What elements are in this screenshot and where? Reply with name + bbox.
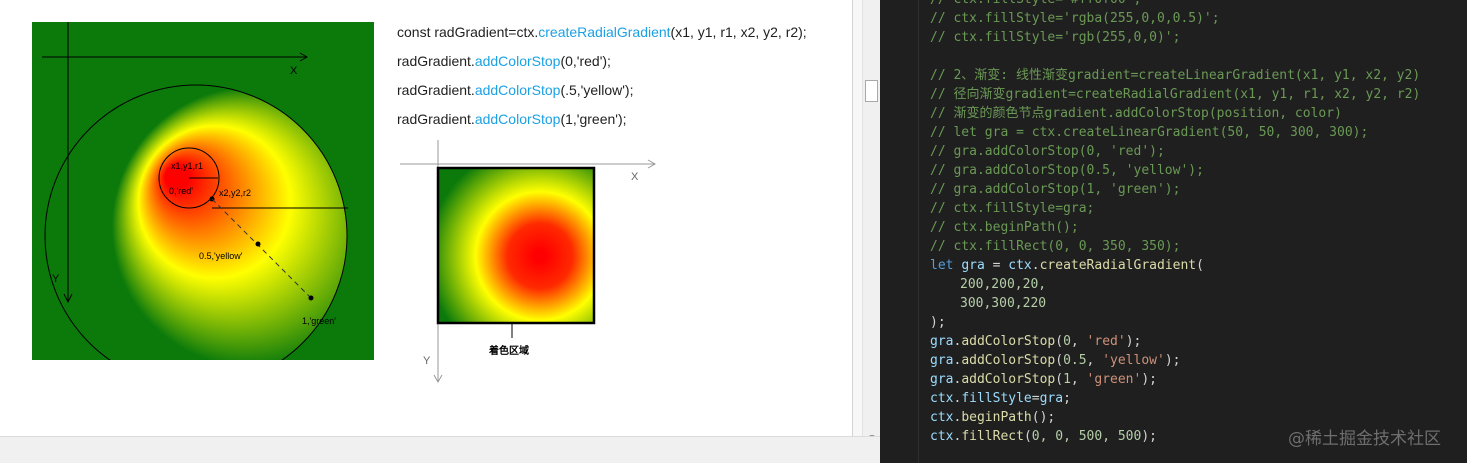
x-axis-label: X	[631, 171, 639, 183]
code-text-pre: radGradient.	[397, 53, 475, 69]
green-stop-dot	[308, 295, 314, 301]
code-function-name: addColorStop	[474, 111, 561, 127]
editor-code-line[interactable]: gra.addColorStop(1, 'green');	[930, 370, 1157, 389]
function-token: addColorStop	[961, 372, 1056, 387]
green-stop-label: 1,'green'	[302, 316, 336, 326]
code-text-post: (x1, y1, r1, x2, y2, r2);	[670, 24, 807, 40]
gradient-fill-area	[436, 166, 596, 325]
editor-gutter	[880, 0, 900, 463]
editor-comment-line[interactable]: // 渐变的颜色节点gradient.addColorStop(position…	[930, 104, 1342, 123]
radial-gradient-diagram: X Y x1,y1,r1 0,'red' x2,y2,r2 0.5,'yello…	[32, 22, 374, 360]
code-line-add-color-stop-green: radGradient.addColorStop(1,'green');	[397, 111, 627, 127]
editor-comment-line[interactable]: // ctx.fillRect(0, 0, 350, 350);	[930, 237, 1180, 256]
colored-area-svg: X Y 着色区域	[400, 140, 657, 384]
keyword-token: let	[930, 258, 954, 273]
editor-comment-line[interactable]: // ctx.fillStyle='rgba(255,0,0,0.5)';	[930, 9, 1220, 28]
editor-code-line[interactable]: 300,300,220	[960, 294, 1046, 313]
number-args-token: 300,300,220	[960, 296, 1047, 311]
function-token: createRadialGradient	[1039, 258, 1197, 273]
inner-circle-label: x1,y1,r1	[171, 161, 203, 171]
variable-token: gra	[961, 258, 985, 273]
variable-token: gra	[930, 353, 954, 368]
editor-comment-line[interactable]: // ctx.fillStyle=gra;	[930, 199, 1094, 218]
number-args-token: 0, 0, 500, 500	[1031, 429, 1142, 444]
number-args-token: 200,200,20,	[960, 277, 1047, 292]
variable-token: gra	[930, 372, 954, 387]
variable-token: gra	[930, 334, 954, 349]
string-token: 'red'	[1086, 334, 1126, 349]
punctuation-token: (	[1196, 258, 1204, 273]
bottom-status-bar	[0, 436, 880, 463]
editor-code-line[interactable]: let gra = ctx.createRadialGradient(	[930, 256, 1204, 275]
variable-token: ctx	[930, 429, 954, 444]
editor-comment-line[interactable]: // ctx.fillStyle='#ff0f00';	[930, 0, 1141, 9]
editor-comment-line[interactable]: // gra.addColorStop(1, 'green');	[930, 180, 1180, 199]
variable-token: ctx	[1008, 258, 1032, 273]
site-watermark: @稀土掘金技术社区	[1288, 429, 1441, 449]
string-token: 'green'	[1086, 372, 1142, 387]
code-text-pre: const radGradient=ctx.	[397, 24, 539, 40]
colored-area-diagram: X Y 着色区域	[400, 138, 670, 388]
yellow-stop-dot	[255, 241, 261, 247]
editor-comment-line[interactable]: // gra.addColorStop(0.5, 'yellow');	[930, 161, 1204, 180]
code-line-add-color-stop-yellow: radGradient.addColorStop(.5,'yellow');	[397, 82, 633, 98]
scrollbar-thumb[interactable]	[865, 80, 878, 102]
code-text-pre: radGradient.	[397, 82, 475, 98]
function-token: addColorStop	[961, 334, 1056, 349]
punctuation-token: );	[930, 315, 946, 330]
yellow-stop-label: 0.5,'yellow'	[199, 251, 243, 261]
editor-comment-line[interactable]: // ctx.fillStyle='rgb(255,0,0)';	[930, 28, 1180, 47]
editor-code-line[interactable]: ctx.beginPath();	[930, 408, 1055, 427]
editor-comment-line[interactable]: // 2、渐变: 线性渐变gradient=createLinearGradie…	[930, 66, 1420, 85]
function-token: fillRect	[961, 429, 1024, 444]
editor-comment-line[interactable]: // let gra = ctx.createLinearGradient(50…	[930, 123, 1368, 142]
editor-code-line[interactable]: );	[930, 313, 946, 332]
operator-token: =	[984, 258, 1009, 273]
code-editor[interactable]: // ctx.fillStyle='#ff0f00'; // ctx.fillS…	[880, 0, 1467, 463]
number-token: 1	[1063, 372, 1071, 387]
red-stop-label: 0,'red'	[169, 186, 193, 196]
editor-code-line[interactable]: gra.addColorStop(0.5, 'yellow');	[930, 351, 1180, 370]
code-function-name: addColorStop	[474, 53, 561, 69]
code-line-create-radial-gradient: const radGradient=ctx.createRadialGradie…	[397, 24, 807, 40]
function-token: beginPath	[961, 410, 1032, 425]
panel-divider	[852, 0, 862, 436]
indent-guide	[918, 0, 919, 463]
editor-code-line[interactable]: ctx.fillStyle=gra;	[930, 389, 1071, 408]
property-token: fillStyle	[961, 391, 1032, 406]
colored-area-label: 着色区域	[488, 344, 529, 357]
editor-comment-line[interactable]: // gra.addColorStop(0, 'red');	[930, 142, 1165, 161]
document-viewer: X Y x1,y1,r1 0,'red' x2,y2,r2 0.5,'yello…	[0, 0, 852, 436]
code-function-name: addColorStop	[474, 82, 561, 98]
y-axis-label: Y	[423, 355, 431, 367]
outer-center-label: x2,y2,r2	[219, 188, 251, 198]
editor-comment-line[interactable]: // ctx.beginPath();	[930, 218, 1079, 237]
variable-token: gra	[1039, 391, 1064, 406]
variable-token: ctx	[930, 391, 954, 406]
radial-gradient-svg: X Y x1,y1,r1 0,'red' x2,y2,r2 0.5,'yello…	[42, 22, 348, 360]
editor-code-line[interactable]: 200,200,20,	[960, 275, 1046, 294]
editor-comment-line[interactable]: // 径向渐变gradient=createRadialGradient(x1,…	[930, 85, 1420, 104]
code-text-post: (.5,'yellow');	[560, 82, 634, 98]
code-text-post: (0,'red');	[560, 53, 611, 69]
editor-code-line[interactable]: ctx.fillRect(0, 0, 500, 500);	[930, 427, 1157, 446]
code-line-add-color-stop-red: radGradient.addColorStop(0,'red');	[397, 53, 611, 69]
x-axis-label: X	[290, 65, 298, 77]
vertical-scrollbar[interactable]: ▼	[862, 0, 880, 463]
number-token: 0	[1063, 334, 1071, 349]
code-function-name: createRadialGradient	[538, 24, 671, 40]
code-text-pre: radGradient.	[397, 111, 475, 127]
string-token: 'yellow'	[1102, 353, 1165, 368]
number-token: 0.5	[1063, 353, 1087, 368]
editor-code-line[interactable]: gra.addColorStop(0, 'red');	[930, 332, 1141, 351]
function-token: addColorStop	[961, 353, 1056, 368]
variable-token: ctx	[930, 410, 954, 425]
y-axis-label: Y	[52, 273, 60, 285]
code-text-post: (1,'green');	[560, 111, 627, 127]
